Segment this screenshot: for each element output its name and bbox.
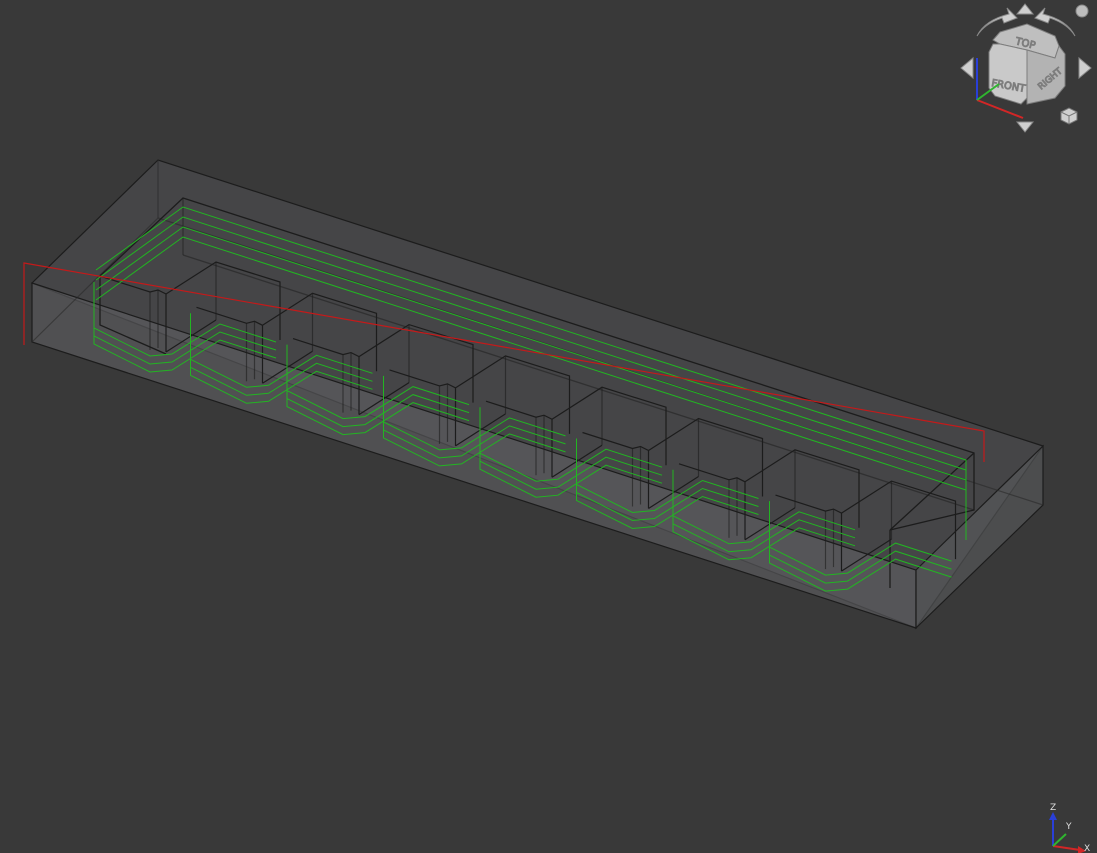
model-scene (23, 159, 1044, 630)
axis-triad: Z Y X (1049, 803, 1090, 853)
arrow-down-icon[interactable] (1015, 121, 1035, 133)
axis-z-label: Z (1050, 803, 1056, 813)
arrow-left-icon[interactable] (960, 56, 974, 80)
axis-y-label: Y (1065, 822, 1072, 832)
arrow-up-icon[interactable] (1015, 3, 1035, 15)
navigation-cube[interactable]: TOP FRONT RIGHT (955, 0, 1097, 135)
axis-x-label: X (1084, 844, 1090, 853)
view-menu-icon[interactable] (1075, 4, 1089, 18)
nav-cube-body[interactable]: TOP FRONT RIGHT (988, 23, 1066, 105)
arrow-right-icon[interactable] (1078, 56, 1092, 80)
3d-viewport[interactable]: TOP FRONT RIGHT Z Y X (0, 0, 1097, 853)
ortho-toggle-icon[interactable] (1060, 107, 1078, 125)
